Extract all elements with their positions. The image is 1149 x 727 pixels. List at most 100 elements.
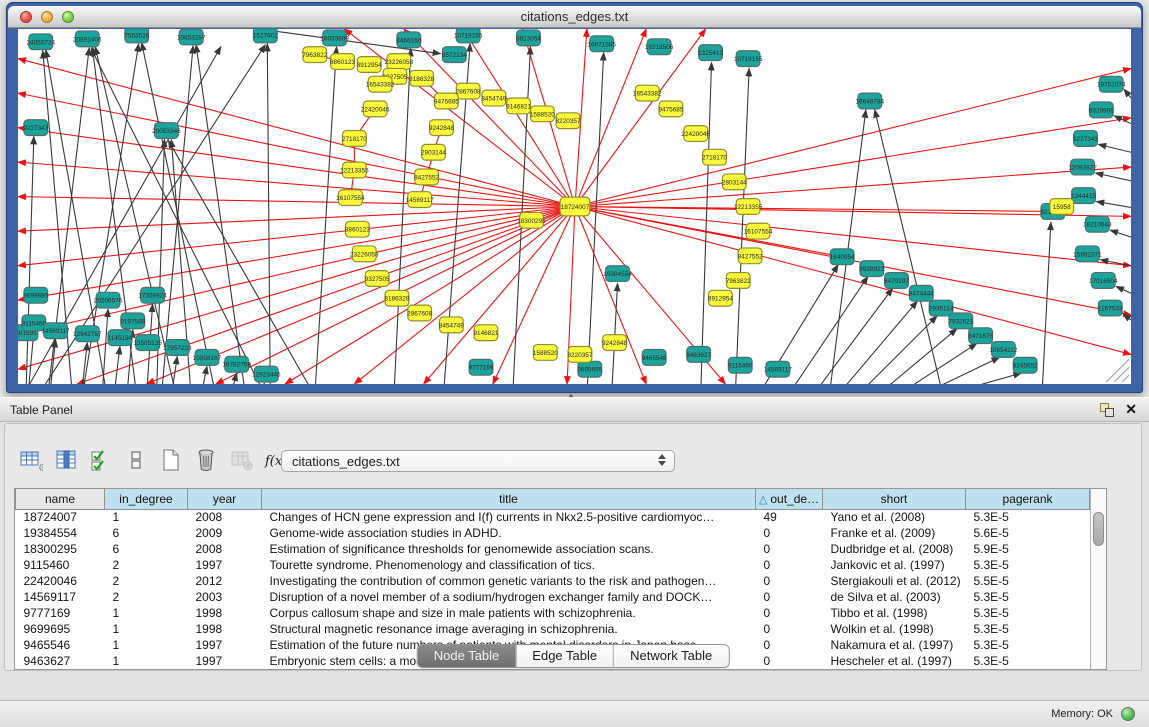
graph-node[interactable]: 19751074 xyxy=(1097,76,1126,92)
graph-node[interactable]: 15692371 xyxy=(1073,246,1102,262)
table-row[interactable]: 1456911722003Disruption of a novel membe… xyxy=(16,589,1090,605)
tab-network-table[interactable]: Network Table xyxy=(613,645,728,667)
graph-node[interactable]: 14569117 xyxy=(764,361,793,377)
table-cell[interactable]: 5.3E-5 xyxy=(966,621,1090,637)
table-cell[interactable]: 2012 xyxy=(188,573,262,589)
table-cell[interactable]: 1 xyxy=(105,653,188,669)
column-header-name[interactable]: name xyxy=(16,489,105,509)
graph-node[interactable]: 8572134 xyxy=(442,47,467,63)
table-row[interactable]: 1938455462009Genome-wide association stu… xyxy=(16,525,1090,541)
graph-node[interactable]: 9242848 xyxy=(602,335,627,351)
graph-node[interactable]: 8912954 xyxy=(708,290,733,306)
graph-node[interactable]: 16107554 xyxy=(744,223,773,239)
column-header-title[interactable]: title xyxy=(262,489,756,509)
table-cell[interactable]: 5.9E-5 xyxy=(966,541,1090,557)
graph-node[interactable]: 9115460 xyxy=(728,357,753,373)
graph-node[interactable]: 7932621 xyxy=(948,313,973,329)
graph-node[interactable]: 9777169 xyxy=(469,359,494,375)
graph-node[interactable]: 1167533 xyxy=(1098,300,1123,316)
show-columns-icon[interactable] xyxy=(52,446,80,474)
table-cell[interactable]: 1 xyxy=(105,621,188,637)
table-cell[interactable]: 5.3E-5 xyxy=(966,637,1090,653)
table-cell[interactable]: 9465546 xyxy=(16,637,105,653)
graph-node[interactable]: 8466160 xyxy=(396,32,421,48)
graph-node[interactable]: 15958 xyxy=(1050,199,1074,215)
graph-node[interactable]: 2803144 xyxy=(421,144,446,160)
table-cell[interactable]: Franke et al. (2009) xyxy=(823,525,966,541)
graph-node[interactable]: 8471676 xyxy=(968,328,993,344)
table-row[interactable]: 977716911998Corpus callosum shape and si… xyxy=(16,605,1090,621)
table-cell[interactable]: Wolkin et al. (1998) xyxy=(823,621,966,637)
graph-node[interactable]: 10958167 xyxy=(193,349,222,365)
table-cell[interactable]: 2008 xyxy=(188,541,262,557)
graph-node[interactable]: 23226058 xyxy=(385,54,414,70)
row-height-icon[interactable] xyxy=(122,446,150,474)
graph-node[interactable]: 9463627 xyxy=(686,347,711,363)
graph-node[interactable]: 20206576 xyxy=(94,292,123,308)
table-cell[interactable]: 9699695 xyxy=(16,621,105,637)
graph-node[interactable]: 8220357 xyxy=(556,113,581,129)
table-cell[interactable]: 2009 xyxy=(188,525,262,541)
graph-node[interactable]: 18724007 xyxy=(560,197,590,216)
zoom-button[interactable] xyxy=(62,11,74,23)
graph-node[interactable]: 8454749 xyxy=(481,90,506,106)
table-cell[interactable]: 49 xyxy=(756,509,823,525)
graph-node[interactable]: 16648784 xyxy=(856,93,885,109)
graph-node[interactable]: 8427552 xyxy=(738,248,763,264)
graph-node[interactable]: 12213355 xyxy=(340,162,369,178)
graph-node[interactable]: 9699695 xyxy=(577,361,602,377)
graph-node[interactable]: 9146821 xyxy=(506,98,531,114)
minimize-button[interactable] xyxy=(41,11,53,23)
graph-node[interactable]: 1244415 xyxy=(1071,188,1096,204)
table-cell[interactable]: Stergiakouli et al. (2012) xyxy=(823,573,966,589)
graph-node[interactable]: 2718170 xyxy=(342,131,367,147)
table-cell[interactable]: Changes of HCN gene expression and I(f) … xyxy=(262,509,756,525)
graph-node[interactable]: 8186328 xyxy=(409,70,434,86)
graph-node[interactable]: 20053346 xyxy=(152,123,181,139)
table-cell[interactable]: Genome-wide association studies in ADHD. xyxy=(262,525,756,541)
table-cell[interactable]: 0 xyxy=(756,525,823,541)
table-cell[interactable]: 1998 xyxy=(188,621,262,637)
graph-node[interactable]: 8220357 xyxy=(567,347,592,363)
table-cell[interactable]: 5.5E-5 xyxy=(966,573,1090,589)
table-cell[interactable]: 0 xyxy=(756,541,823,557)
table-cell[interactable]: 2 xyxy=(105,573,188,589)
graph-node[interactable]: 19218506 xyxy=(645,39,674,55)
table-cell[interactable]: Tibbo et al. (1998) xyxy=(823,605,966,621)
graph-node[interactable]: 16543382 xyxy=(366,76,395,92)
graph-node[interactable]: 22420046 xyxy=(681,126,710,142)
graph-node[interactable]: 9329966 xyxy=(1089,102,1114,118)
table-row[interactable]: 1872400712008Changes of HCN gene express… xyxy=(16,509,1090,525)
table-cell[interactable]: 14569117 xyxy=(16,589,105,605)
table-cell[interactable]: Yano et al. (2008) xyxy=(823,509,966,525)
graph-node[interactable]: 16671385 xyxy=(587,36,616,52)
import-table-icon[interactable] xyxy=(227,446,255,474)
table-cell[interactable]: 18724007 xyxy=(16,509,105,525)
graph-node[interactable]: 7963822 xyxy=(302,47,327,63)
table-row[interactable]: 969969511998Structural magnetic resonanc… xyxy=(16,621,1090,637)
table-cell[interactable]: 1 xyxy=(105,509,188,525)
float-window-icon[interactable] xyxy=(1099,402,1115,418)
table-cell[interactable]: Investigating the contribution of common… xyxy=(262,573,756,589)
graph-node[interactable]: 14569117 xyxy=(406,192,435,208)
graph-node[interactable]: 8454749 xyxy=(439,317,464,333)
table-cell[interactable]: Nakamura et al. (1997) xyxy=(823,637,966,653)
graph-node[interactable]: 16033809 xyxy=(320,30,349,46)
column-header-out_de[interactable]: △out_de… xyxy=(756,489,823,509)
graph-node[interactable]: 2867608 xyxy=(407,305,432,321)
table-cell[interactable]: Jankovic et al. (1997) xyxy=(823,557,966,573)
column-header-in_degree[interactable]: in_degree xyxy=(105,489,188,509)
table-cell[interactable]: 0 xyxy=(756,637,823,653)
graph-node[interactable]: 1588520 xyxy=(530,106,555,122)
table-cell[interactable]: Dudbridge et al. (2008) xyxy=(823,541,966,557)
close-button[interactable] xyxy=(20,11,32,23)
graph-node[interactable]: 8938923 xyxy=(859,261,884,277)
select-all-icon[interactable] xyxy=(87,446,115,474)
graph-node[interactable]: 18210643 xyxy=(1083,216,1112,232)
graph-node[interactable]: 9146821 xyxy=(473,325,498,341)
graph-node[interactable]: 9227343 xyxy=(1073,131,1098,147)
column-header-short[interactable]: short xyxy=(823,489,966,509)
graph-node[interactable]: 19384554 xyxy=(603,266,632,282)
memory-indicator-icon[interactable] xyxy=(1121,707,1135,721)
graph-node[interactable]: 9465546 xyxy=(642,349,667,365)
